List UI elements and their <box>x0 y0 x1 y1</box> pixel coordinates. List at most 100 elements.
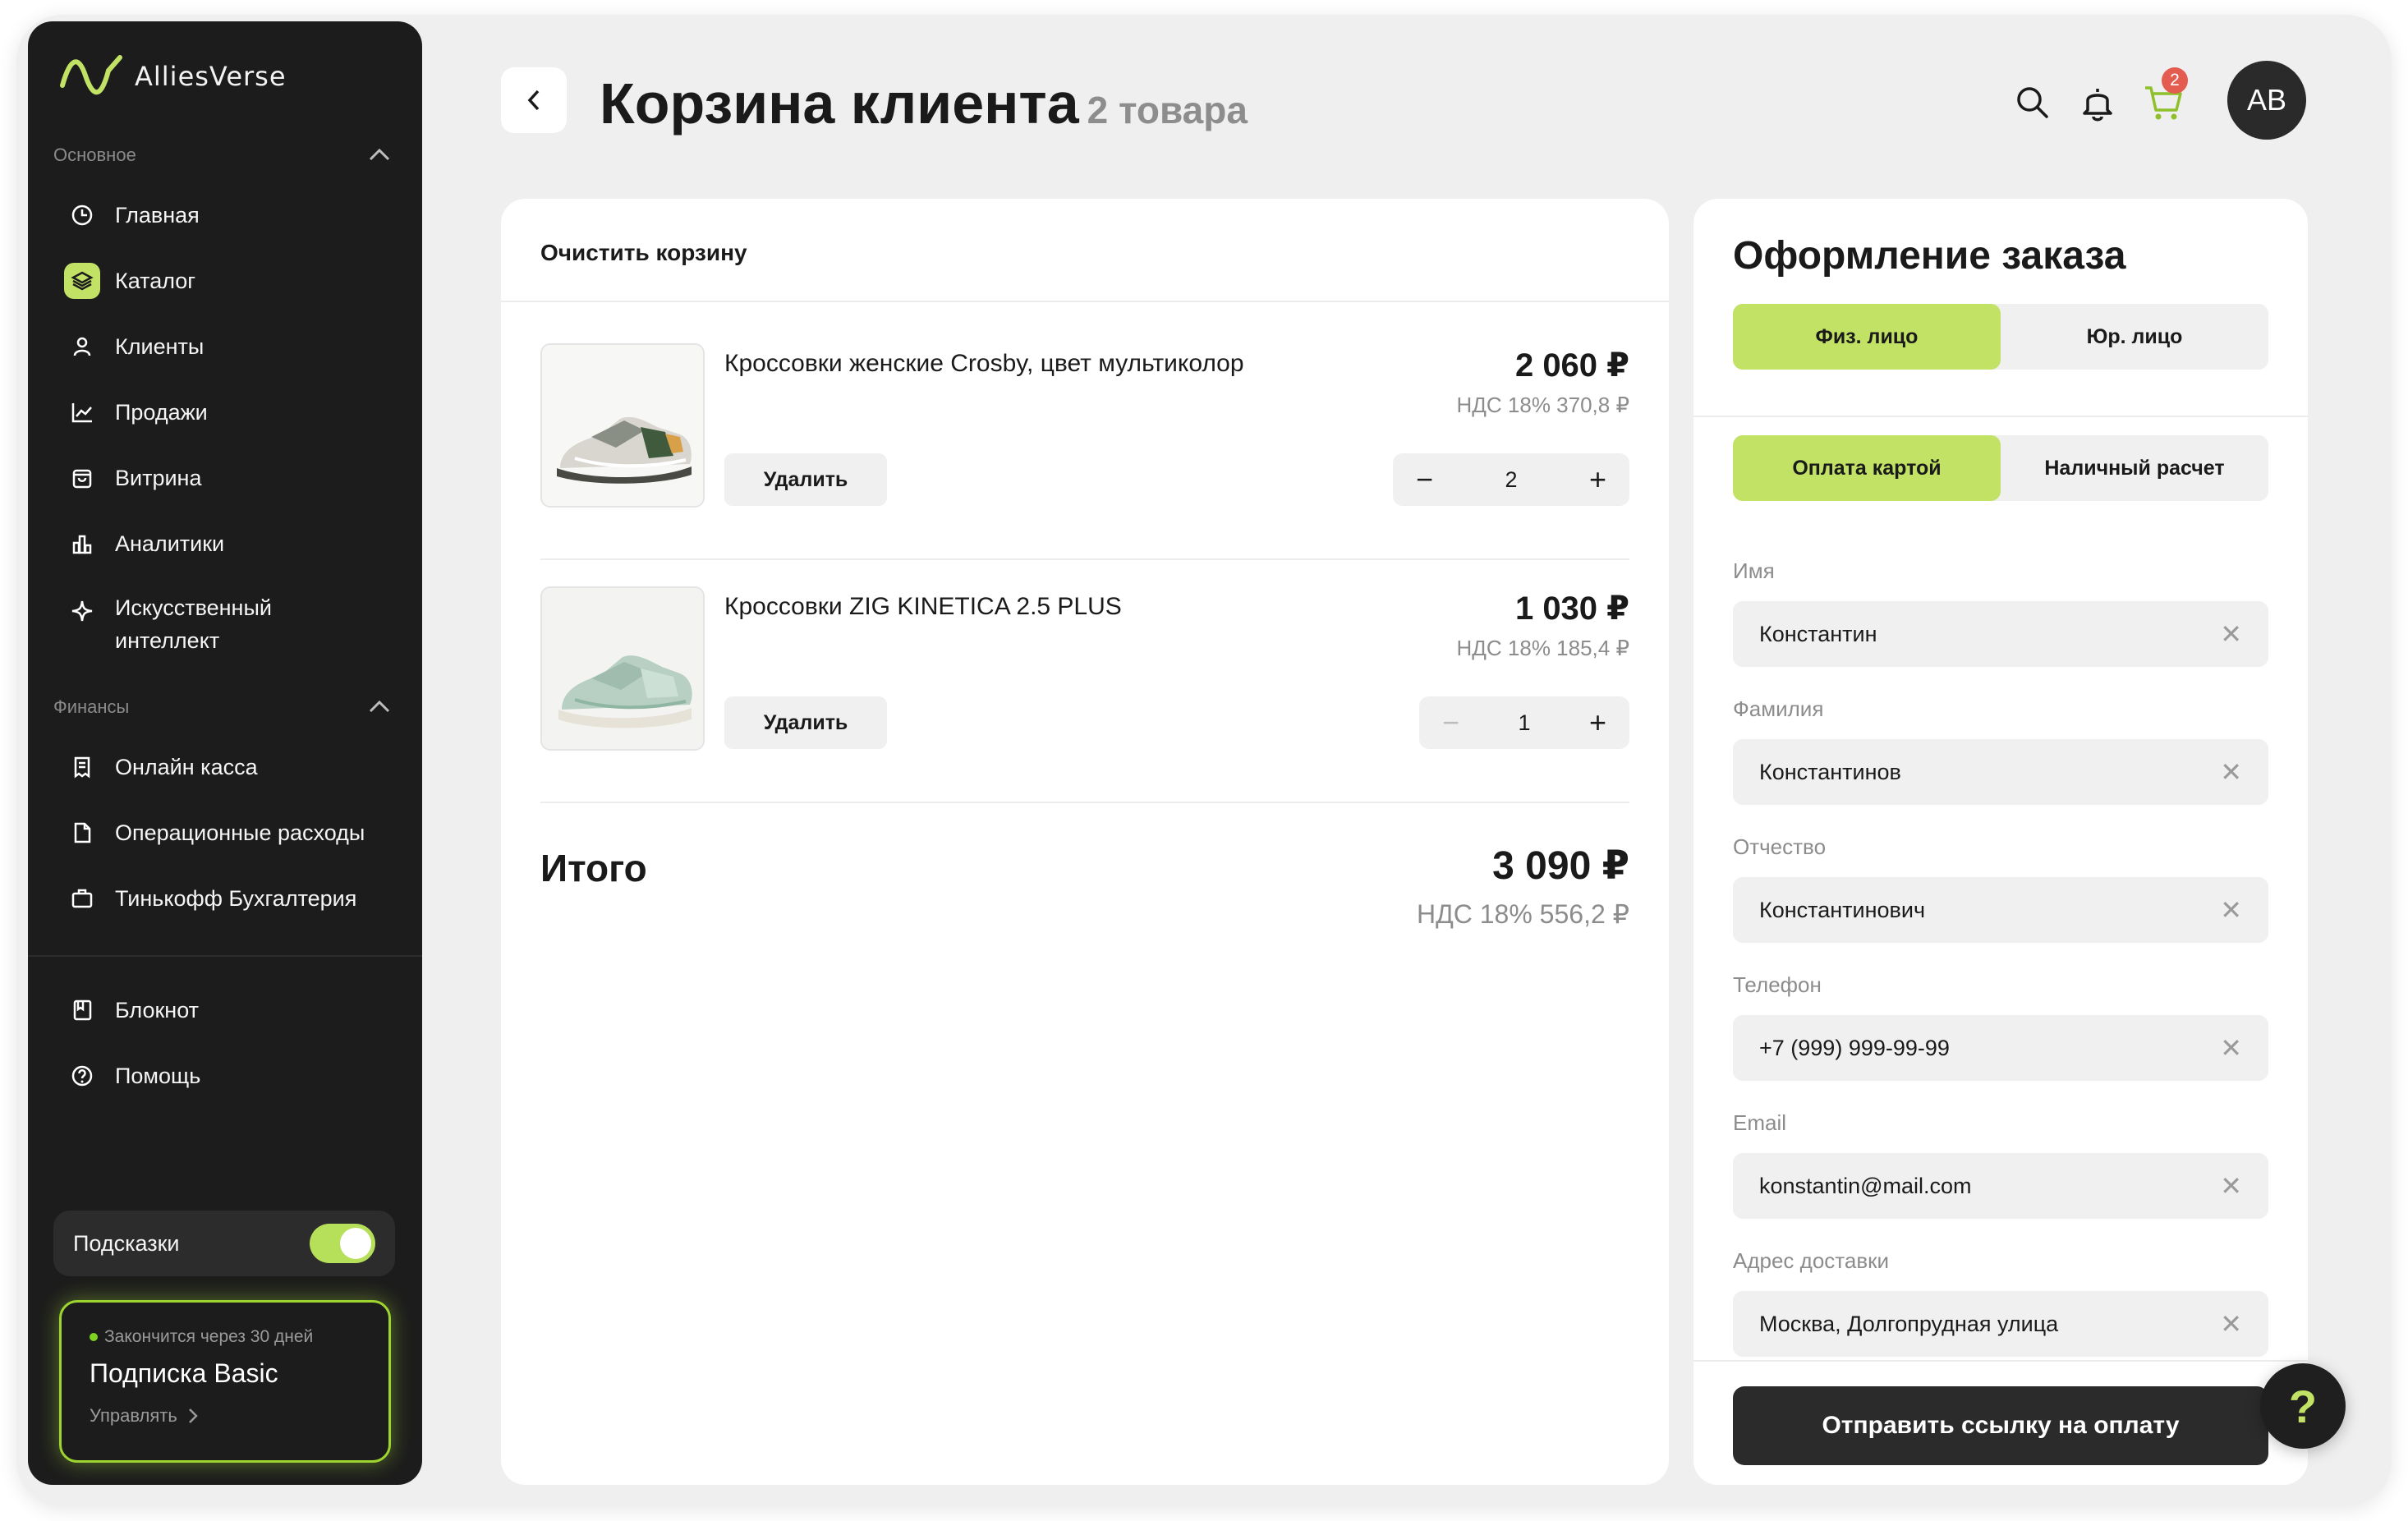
clear-cart-button[interactable]: Очистить корзину <box>540 240 747 266</box>
clear-icon[interactable]: ✕ <box>2220 1308 2242 1339</box>
tab-individual[interactable]: Физ. лицо <box>1733 304 2001 370</box>
total-vat: НДС 18% 556,2 ₽ <box>1416 899 1629 929</box>
patronymic-label: Отчество <box>1733 834 1827 859</box>
logo[interactable]: AlliesVerse <box>59 53 287 100</box>
sidebar-divider <box>28 955 422 957</box>
page-title: Корзина клиента 2 товара <box>600 71 1248 136</box>
sidebar-item-ai[interactable]: Искусственный интеллект <box>64 591 272 657</box>
sidebar-item-expenses[interactable]: Операционные расходы <box>64 815 365 851</box>
chevron-up-icon[interactable] <box>368 698 391 715</box>
subscription-manage-label: Управлять <box>90 1405 177 1426</box>
sidebar-item-help[interactable]: Помощь <box>64 1058 200 1094</box>
order-divider <box>1693 416 2308 417</box>
decrement-button[interactable]: − <box>1416 462 1433 497</box>
bell-icon[interactable] <box>2079 84 2116 122</box>
email-value: konstantin@mail.com <box>1759 1173 1972 1198</box>
increment-button[interactable]: + <box>1589 462 1606 497</box>
decrement-button[interactable]: − <box>1442 705 1459 740</box>
ai-label-line1: Искусственный <box>115 595 272 620</box>
status-dot-icon <box>90 1333 98 1341</box>
sidebar-item-label: Тинькофф Бухгалтерия <box>115 885 357 911</box>
sidebar-item-label: Каталог <box>115 268 196 293</box>
quantity-stepper: − 1 + <box>1419 696 1629 749</box>
hints-toggle-row: Подсказки <box>53 1211 395 1276</box>
quantity-stepper: − 2 + <box>1393 453 1629 506</box>
first-name-value: Константин <box>1759 621 1877 646</box>
address-field[interactable]: Москва, Долгопрудная улица ✕ <box>1733 1291 2268 1357</box>
sidebar-item-label: Продажи <box>115 399 208 425</box>
last-name-value: Константинов <box>1759 759 1901 784</box>
sidebar-item-catalog[interactable]: Каталог <box>64 263 195 299</box>
hints-toggle[interactable] <box>310 1224 375 1263</box>
patronymic-field[interactable]: Константинович ✕ <box>1733 877 2268 943</box>
phone-label: Телефон <box>1733 972 1822 997</box>
clear-icon[interactable]: ✕ <box>2220 1170 2242 1202</box>
item-divider <box>540 558 1629 560</box>
first-name-field[interactable]: Константин ✕ <box>1733 601 2268 667</box>
subscription-title: Подписка Basic <box>90 1358 278 1388</box>
address-label: Адрес доставки <box>1733 1248 1890 1273</box>
email-field[interactable]: konstantin@mail.com ✕ <box>1733 1153 2268 1219</box>
help-fab-button[interactable]: ? <box>2260 1363 2346 1449</box>
section-main-label: Основное <box>53 145 136 165</box>
sidebar-item-notebook[interactable]: Блокнот <box>64 992 199 1028</box>
clear-icon[interactable]: ✕ <box>2220 756 2242 788</box>
quantity-value: 1 <box>1518 710 1531 735</box>
sparkle-icon <box>64 593 100 629</box>
clear-icon[interactable]: ✕ <box>2220 618 2242 650</box>
sidebar-item-label: Искусственный интеллект <box>115 591 272 657</box>
sidebar: AlliesVerse Основное Главная Каталог Кли… <box>28 21 422 1485</box>
remove-item-button[interactable]: Удалить <box>724 696 887 749</box>
app-window: AlliesVerse Основное Главная Каталог Кли… <box>16 15 2392 1506</box>
product-vat: НДС 18% 370,8 ₽ <box>1456 393 1629 417</box>
increment-button[interactable]: + <box>1589 705 1606 740</box>
sidebar-item-clients[interactable]: Клиенты <box>64 329 204 365</box>
quantity-value: 2 <box>1505 466 1518 492</box>
sidebar-item-tinkoff-accounting[interactable]: Тинькофф Бухгалтерия <box>64 880 356 917</box>
logo-wave-icon <box>60 55 122 95</box>
bar-chart-icon <box>64 526 100 562</box>
address-value: Москва, Долгопрудная улица <box>1759 1311 2059 1336</box>
tab-card-payment[interactable]: Оплата картой <box>1733 435 2001 501</box>
sidebar-item-label: Клиенты <box>115 333 204 359</box>
receipt-icon <box>64 749 100 785</box>
cart-header-divider <box>501 301 1669 302</box>
layers-icon <box>64 263 100 299</box>
search-icon[interactable] <box>2014 84 2050 120</box>
back-button[interactable] <box>501 67 567 133</box>
clear-icon[interactable]: ✕ <box>2220 1032 2242 1064</box>
sidebar-item-label: Витрина <box>115 465 202 490</box>
sidebar-item-label: Аналитики <box>115 531 225 556</box>
briefcase-icon <box>64 880 100 917</box>
avatar[interactable]: AB <box>2227 61 2306 140</box>
sidebar-item-online-cashbox[interactable]: Онлайн касса <box>64 749 258 785</box>
last-name-field[interactable]: Константинов ✕ <box>1733 739 2268 805</box>
sidebar-item-sales[interactable]: Продажи <box>64 394 208 430</box>
help-circle-icon <box>64 1058 100 1094</box>
chart-line-icon <box>64 394 100 430</box>
sidebar-item-analytics[interactable]: Аналитики <box>64 526 224 562</box>
subscription-manage-link[interactable]: Управлять <box>90 1405 361 1427</box>
sidebar-item-label: Главная <box>115 202 200 227</box>
sidebar-item-home[interactable]: Главная <box>64 197 200 233</box>
tab-legal-entity[interactable]: Юр. лицо <box>2001 304 2268 370</box>
remove-item-button[interactable]: Удалить <box>724 453 887 506</box>
sidebar-item-storefront[interactable]: Витрина <box>64 460 201 496</box>
app-name: AlliesVerse <box>135 61 287 92</box>
ai-label-line2: интеллект <box>115 628 220 653</box>
product-image[interactable] <box>540 343 705 508</box>
product-vat: НДС 18% 185,4 ₽ <box>1456 636 1629 660</box>
sidebar-item-label: Онлайн касса <box>115 754 258 779</box>
sneaker-image-icon <box>542 588 703 749</box>
order-title: Оформление заказа <box>1733 234 2126 278</box>
product-image[interactable] <box>540 586 705 751</box>
chevron-left-icon <box>527 90 540 111</box>
send-payment-link-button[interactable]: Отправить ссылку на оплату <box>1733 1386 2268 1465</box>
clear-icon[interactable]: ✕ <box>2220 894 2242 926</box>
total-price: 3 090 ₽ <box>1492 844 1629 888</box>
tab-cash-payment[interactable]: Наличный расчет <box>2001 435 2268 501</box>
phone-field[interactable]: +7 (999) 999-99-99 ✕ <box>1733 1015 2268 1081</box>
subscription-card: Закончится через 30 дней Подписка Basic … <box>59 1300 391 1463</box>
product-name: Кроссовки женские Crosby, цвет мультикол… <box>724 350 1244 377</box>
chevron-up-icon[interactable] <box>368 146 391 163</box>
